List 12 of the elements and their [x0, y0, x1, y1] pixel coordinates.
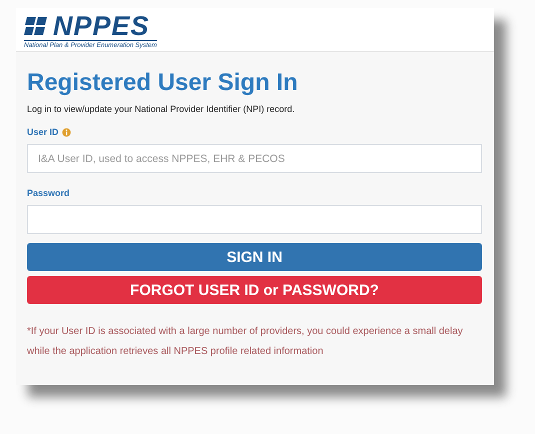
field-label: Password	[27, 188, 70, 198]
intro-text: Log in to view/update your National Provider Identifier (NPI) record.	[27, 104, 296, 114]
user-id-field[interactable]: I&A User ID, used to access NPPES, EHR & PECOS	[27, 144, 482, 173]
logo-squares-icon	[24, 17, 50, 35]
logo-text: NPPES	[53, 12, 150, 40]
sign-in-button[interactable]: SIGN IN	[27, 243, 482, 271]
field-label: User ID	[27, 127, 59, 137]
forgot-button[interactable]: FORGOT USER ID or PASSWORD?	[27, 276, 482, 304]
info-icon[interactable]	[62, 128, 71, 136]
delay-note: *If your User ID is associated with a large number of providers, you could experience a small delay while the application retrieves all NPPES profile related information	[27, 325, 464, 359]
page-title: Registered User Sign In	[27, 68, 299, 98]
password-field[interactable]	[27, 205, 482, 234]
